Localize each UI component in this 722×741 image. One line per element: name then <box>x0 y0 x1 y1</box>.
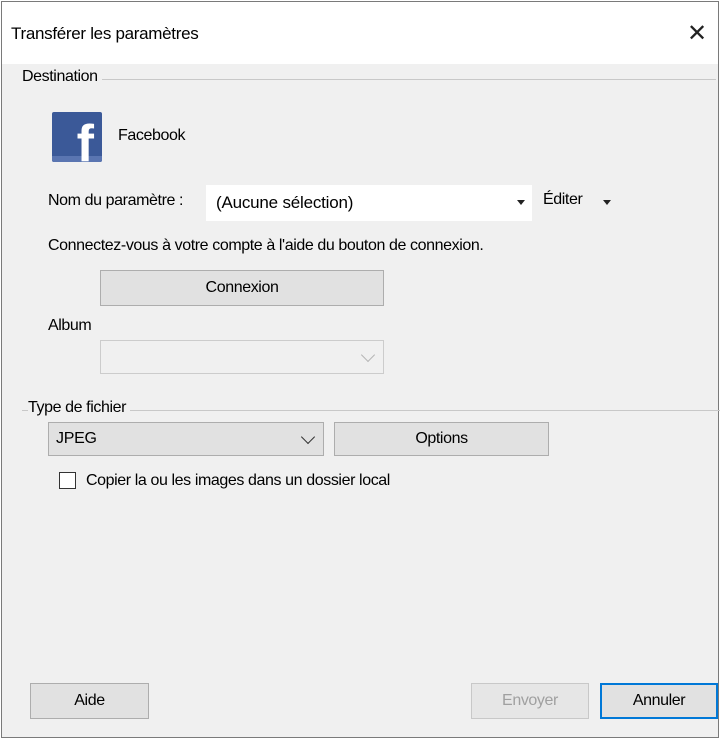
edit-dropdown-arrow-icon[interactable] <box>603 200 611 205</box>
window-title: Transférer les paramètres <box>11 24 199 43</box>
album-label: Album <box>48 317 92 334</box>
destination-group-line <box>22 79 716 80</box>
setting-name-combo[interactable]: (Aucune sélection) <box>206 185 532 221</box>
facebook-icon: f <box>52 112 102 162</box>
options-button[interactable]: Options <box>334 422 549 456</box>
close-icon: ✕ <box>686 19 708 47</box>
help-button[interactable]: Aide <box>30 683 149 719</box>
chevron-down-icon <box>300 429 316 445</box>
edit-menu-button[interactable]: Éditer <box>543 191 583 209</box>
cancel-button[interactable]: Annuler <box>600 683 718 719</box>
album-select <box>100 340 384 374</box>
close-button[interactable]: ✕ <box>682 18 712 48</box>
setting-name-label: Nom du paramètre : <box>48 192 184 209</box>
service-name: Facebook <box>118 127 186 144</box>
connect-hint: Connectez-vous à votre compte à l'aide d… <box>48 237 484 254</box>
connect-button[interactable]: Connexion <box>100 270 384 306</box>
setting-name-dropdown-arrow-icon[interactable] <box>517 200 525 205</box>
title-bar: Transférer les paramètres ✕ <box>2 2 718 64</box>
send-button: Envoyer <box>471 683 589 719</box>
copy-local-label: Copier la ou les images dans un dossier … <box>86 472 390 489</box>
setting-name-value: (Aucune sélection) <box>216 193 354 212</box>
file-type-group-label: Type de fichier <box>28 399 131 417</box>
chevron-down-icon <box>360 347 376 363</box>
destination-group-label: Destination <box>22 68 102 86</box>
file-type-select[interactable]: JPEG <box>48 422 324 456</box>
copy-local-checkbox[interactable] <box>59 472 76 489</box>
transfer-settings-dialog: Transférer les paramètres ✕ Destination … <box>1 1 720 738</box>
file-type-value: JPEG <box>56 430 97 447</box>
